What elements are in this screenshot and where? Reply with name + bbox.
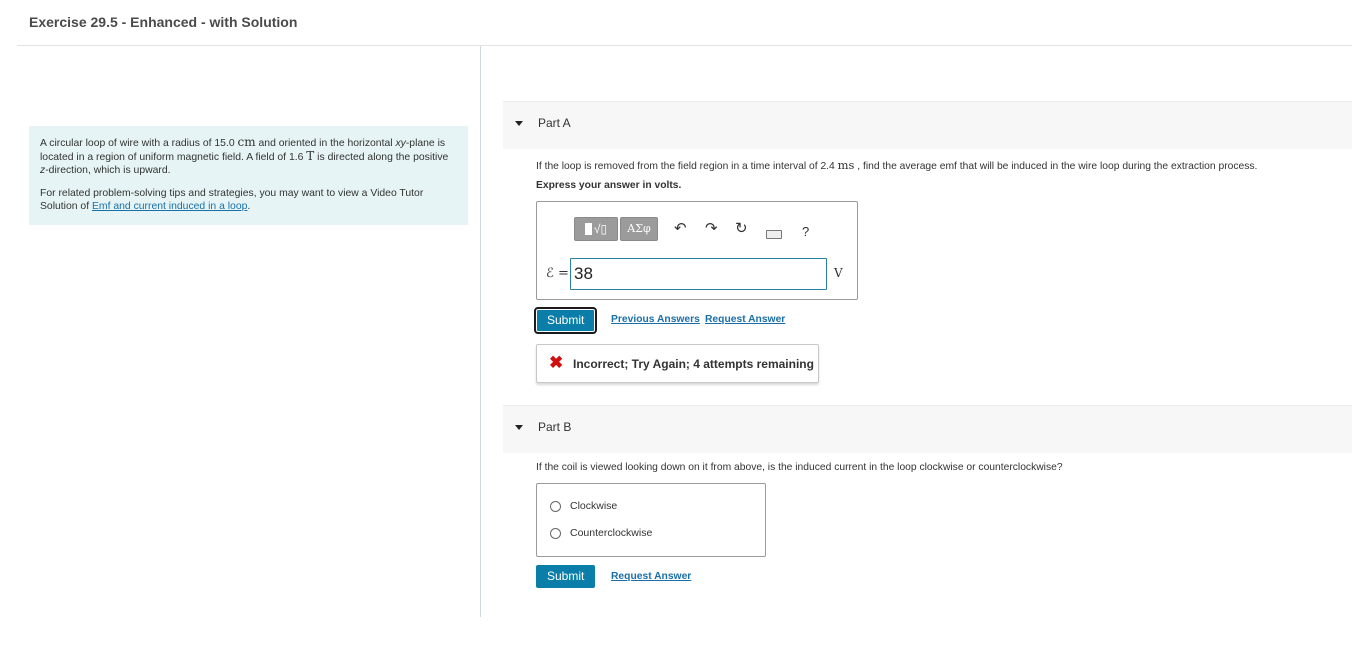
radio-button[interactable] [550, 500, 561, 512]
problem-statement: A circular loop of wire with a radius of… [29, 126, 468, 225]
option-label: Clockwise [570, 500, 618, 512]
answer-unit: V [834, 266, 843, 280]
templates-button[interactable]: √▯ [574, 217, 618, 241]
tutor-paragraph: For related problem-solving tips and str… [40, 187, 458, 213]
problem-text: A circular loop of wire with a radius of… [40, 138, 238, 149]
problem-text: is directed along the positive [314, 152, 449, 163]
part-a-question: If the loop is removed from the field re… [536, 158, 1257, 172]
radical-icon: √▯ [593, 222, 608, 236]
undo-icon[interactable]: ↶ [674, 221, 687, 237]
part-a-request-answer-link[interactable]: Request Answer [705, 314, 785, 325]
template-square-icon [584, 223, 592, 235]
question-text: , find the average emf that will be indu… [854, 161, 1258, 172]
part-a-header[interactable]: Part A [503, 101, 1352, 149]
video-tutor-link[interactable]: Emf and current induced in a loop [92, 201, 247, 212]
problem-text: -direction, which is upward. [45, 165, 171, 176]
answer-editor: √▯ ΑΣφ ↶ ↷ ↻ ? ℰ = V [536, 201, 858, 300]
previous-answers-link[interactable]: Previous Answers [611, 314, 700, 325]
radio-button[interactable] [550, 527, 561, 539]
tutor-text: . [247, 201, 251, 212]
symbols-button[interactable]: ΑΣφ [620, 217, 658, 241]
direction-options: Clockwise Counterclockwise [536, 483, 766, 557]
collapse-triangle-icon[interactable] [515, 121, 523, 126]
problem-paragraph: A circular loop of wire with a radius of… [40, 136, 458, 177]
option-clockwise[interactable]: Clockwise [550, 500, 617, 512]
unit-cm: cm [237, 135, 256, 149]
keyboard-icon[interactable] [766, 230, 782, 239]
part-b-header[interactable]: Part B [503, 405, 1352, 453]
part-b-question: If the coil is viewed looking down on it… [536, 462, 1063, 473]
help-icon[interactable]: ? [802, 224, 809, 239]
part-b-request-answer-link[interactable]: Request Answer [611, 571, 691, 582]
feedback-message: ✖ Incorrect; Try Again; 4 attempts remai… [536, 344, 819, 383]
problem-text: and oriented in the horizontal [255, 138, 396, 149]
part-a-label: Part A [538, 116, 571, 130]
incorrect-x-icon: ✖ [549, 353, 564, 372]
part-a-instruction: Express your answer in volts. [536, 180, 682, 191]
column-divider [480, 46, 481, 617]
option-label: Counterclockwise [570, 527, 653, 539]
page-title: Exercise 29.5 - Enhanced - with Solution [29, 14, 298, 30]
redo-icon[interactable]: ↷ [705, 221, 718, 237]
reset-icon[interactable]: ↻ [735, 221, 748, 237]
option-counterclockwise[interactable]: Counterclockwise [550, 527, 652, 539]
part-a-submit-button[interactable]: Submit [533, 307, 598, 334]
part-b-submit-button[interactable]: Submit [536, 565, 596, 588]
feedback-text: Incorrect; Try Again; 4 attempts remaini… [573, 357, 814, 371]
part-b-label: Part B [538, 420, 572, 434]
emf-variable-label: ℰ = [546, 266, 569, 281]
unit-ms: ms [837, 158, 855, 172]
variable-xy: xy [395, 138, 406, 149]
question-text: If the loop is removed from the field re… [536, 161, 838, 172]
title-divider [17, 45, 1352, 46]
emf-answer-input[interactable] [570, 258, 827, 290]
collapse-triangle-icon[interactable] [515, 425, 523, 430]
